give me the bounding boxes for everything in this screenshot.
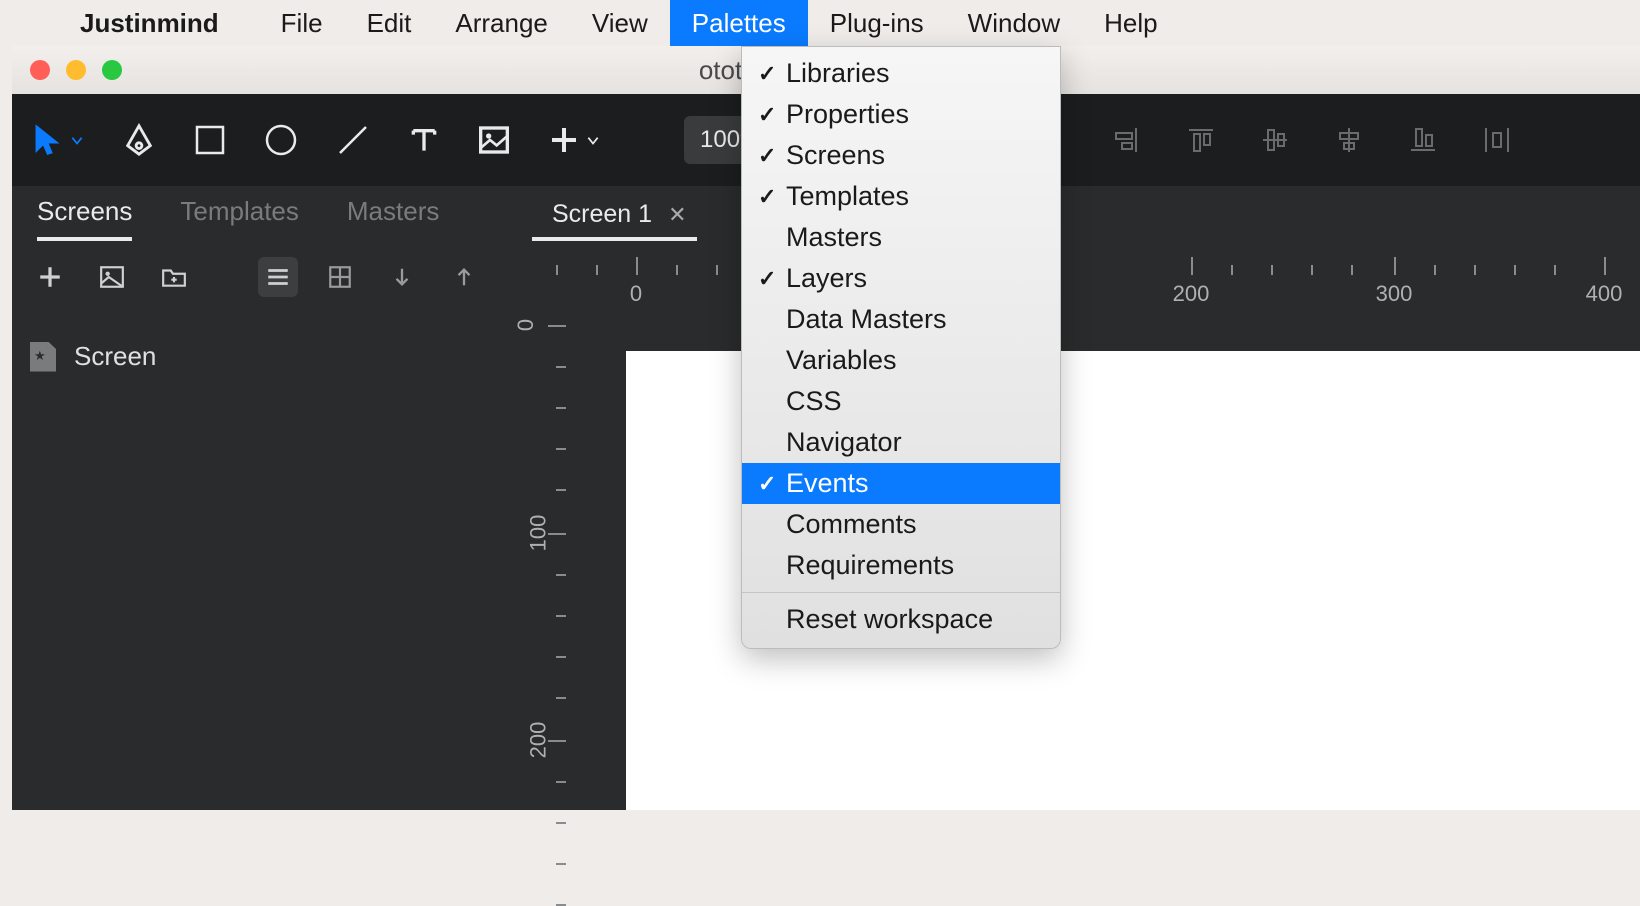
- dropdown-item-label: Layers: [786, 263, 867, 294]
- menubar-app-name[interactable]: Justinmind: [80, 8, 219, 39]
- distribute-h-icon[interactable]: [1482, 125, 1512, 155]
- dropdown-item-label: Events: [786, 468, 869, 499]
- menu-palettes[interactable]: Palettes: [670, 0, 808, 46]
- dropdown-item-properties[interactable]: ✓Properties: [742, 94, 1060, 135]
- dropdown-footer-label: Reset workspace: [786, 604, 993, 635]
- traffic-lights: [30, 60, 122, 80]
- grid-view-button[interactable]: [320, 257, 360, 297]
- dropdown-separator: [742, 592, 1060, 593]
- dropdown-item-label: Data Masters: [786, 304, 947, 335]
- dropdown-item-libraries[interactable]: ✓Libraries: [742, 53, 1060, 94]
- menu-edit[interactable]: Edit: [345, 0, 434, 46]
- canvas-area: 0 200 300 400 0 100 200: [502, 241, 1640, 810]
- dropdown-item-label: Libraries: [786, 58, 890, 89]
- dropdown-item-label: Properties: [786, 99, 909, 130]
- list-item[interactable]: Screen: [12, 331, 502, 382]
- window-minimize-button[interactable]: [66, 60, 86, 80]
- dropdown-item-label: Screens: [786, 140, 885, 171]
- dropdown-item-navigator[interactable]: Navigator: [742, 422, 1060, 463]
- check-icon: ✓: [758, 184, 786, 210]
- text-tool-icon[interactable]: [408, 124, 440, 156]
- check-icon: ✓: [758, 61, 786, 87]
- tab-templates[interactable]: Templates: [180, 196, 299, 241]
- dropdown-item-comments[interactable]: Comments: [742, 504, 1060, 545]
- side-item-label: Screen: [74, 341, 156, 372]
- dropdown-item-label: CSS: [786, 386, 842, 417]
- dropdown-item-label: Variables: [786, 345, 897, 376]
- tab-screens[interactable]: Screens: [37, 196, 132, 241]
- check-icon: ✓: [758, 143, 786, 169]
- menu-help[interactable]: Help: [1082, 0, 1179, 46]
- side-tabs: Screens Templates Masters: [12, 196, 439, 241]
- check-icon: ✓: [758, 266, 786, 292]
- align-middle-icon[interactable]: [1260, 125, 1290, 155]
- menu-file[interactable]: File: [259, 0, 345, 46]
- align-bottom-icon[interactable]: [1408, 125, 1438, 155]
- ruler-v-label: 100: [525, 515, 551, 552]
- screen-icon: [30, 342, 56, 372]
- side-panel-actions: [12, 241, 502, 313]
- menu-plugins[interactable]: Plug-ins: [808, 0, 946, 46]
- dropdown-item-events[interactable]: ✓Events: [742, 463, 1060, 504]
- pen-tool-icon[interactable]: [122, 123, 156, 157]
- dropdown-item-data-masters[interactable]: Data Masters: [742, 299, 1060, 340]
- tab-masters[interactable]: Masters: [347, 196, 439, 241]
- dropdown-item-masters[interactable]: Masters: [742, 217, 1060, 258]
- ruler-h-label: 200: [1173, 281, 1210, 307]
- dropdown-item-label: Templates: [786, 181, 909, 212]
- dropdown-item-screens[interactable]: ✓Screens: [742, 135, 1060, 176]
- window-maximize-button[interactable]: [102, 60, 122, 80]
- ellipse-tool-icon[interactable]: [264, 123, 298, 157]
- dropdown-item-label: Masters: [786, 222, 882, 253]
- menu-view[interactable]: View: [570, 0, 670, 46]
- check-icon: ✓: [758, 102, 786, 128]
- ruler-h-label: 400: [1586, 281, 1623, 307]
- add-folder-button[interactable]: [154, 257, 194, 297]
- align-right-icon[interactable]: [1112, 125, 1142, 155]
- sort-up-button[interactable]: [444, 257, 484, 297]
- sort-down-button[interactable]: [382, 257, 422, 297]
- dropdown-item-templates[interactable]: ✓Templates: [742, 176, 1060, 217]
- dropdown-item-label: Navigator: [786, 427, 902, 458]
- dropdown-item-variables[interactable]: Variables: [742, 340, 1060, 381]
- menu-arrange[interactable]: Arrange: [433, 0, 570, 46]
- dropdown-item-layers[interactable]: ✓Layers: [742, 258, 1060, 299]
- canvas-tab-label: Screen 1: [552, 200, 652, 229]
- dropdown-item-requirements[interactable]: Requirements: [742, 545, 1060, 586]
- add-image-button[interactable]: [92, 257, 132, 297]
- dropdown-item-css[interactable]: CSS: [742, 381, 1060, 422]
- ruler-h-label: 0: [630, 281, 642, 307]
- align-top-icon[interactable]: [1186, 125, 1216, 155]
- mac-menubar: Justinmind File Edit Arrange View Palett…: [0, 0, 1640, 46]
- menu-window[interactable]: Window: [946, 0, 1082, 46]
- side-panel-list: Screen: [12, 313, 502, 810]
- dropdown-reset-workspace[interactable]: Reset workspace: [742, 599, 1060, 640]
- list-view-button[interactable]: [258, 257, 298, 297]
- check-icon: ✓: [758, 471, 786, 497]
- palettes-dropdown: ✓Libraries✓Properties✓Screens✓TemplatesM…: [741, 46, 1061, 649]
- add-screen-button[interactable]: [30, 257, 70, 297]
- close-tab-icon[interactable]: ✕: [668, 202, 686, 228]
- dropdown-item-label: Requirements: [786, 550, 954, 581]
- rectangle-tool-icon[interactable]: [194, 124, 226, 156]
- window-close-button[interactable]: [30, 60, 50, 80]
- align-tools: [1112, 125, 1512, 155]
- image-tool-icon[interactable]: [478, 124, 510, 156]
- add-tool-icon[interactable]: [548, 124, 600, 156]
- canvas-tab-screen1[interactable]: Screen 1 ✕: [532, 200, 697, 241]
- line-tool-icon[interactable]: [336, 123, 370, 157]
- dropdown-item-label: Comments: [786, 509, 917, 540]
- align-v-center-icon[interactable]: [1334, 125, 1364, 155]
- ruler-vertical: 0 100 200: [502, 295, 594, 810]
- ruler-v-label: 200: [525, 722, 551, 759]
- ruler-h-label: 300: [1376, 281, 1413, 307]
- ruler-v-label: 0: [513, 319, 539, 331]
- pointer-tool-icon[interactable]: [32, 123, 84, 157]
- canvas-tabs: Screen 1 ✕: [532, 200, 697, 241]
